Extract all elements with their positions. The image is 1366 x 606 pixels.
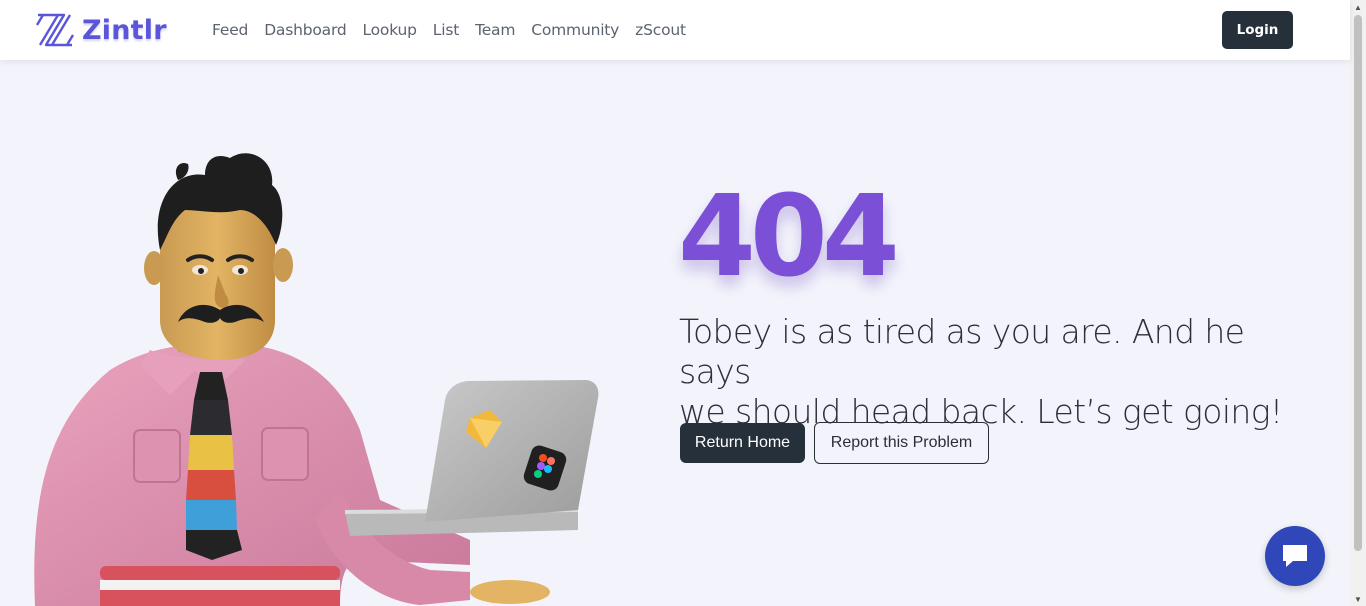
error-code: 404 bbox=[678, 172, 900, 302]
tobey-illustration bbox=[0, 60, 640, 606]
error-message: Tobey is as tired as you are. And he say… bbox=[679, 312, 1319, 432]
nav-feed[interactable]: Feed bbox=[204, 21, 256, 39]
brand-logo-link[interactable]: Zintlr bbox=[34, 10, 167, 50]
nav-lookup[interactable]: Lookup bbox=[354, 21, 424, 39]
return-home-button[interactable]: Return Home bbox=[680, 423, 805, 463]
chat-button[interactable] bbox=[1265, 526, 1325, 586]
nav-community[interactable]: Community bbox=[523, 21, 627, 39]
login-button[interactable]: Login bbox=[1222, 11, 1293, 49]
top-navbar: Zintlr Feed Dashboard Lookup List Team C… bbox=[0, 0, 1350, 60]
scroll-up-arrow-icon[interactable]: ▲ bbox=[1350, 0, 1366, 14]
scroll-down-arrow-icon[interactable]: ▼ bbox=[1350, 592, 1366, 606]
main-nav: Feed Dashboard Lookup List Team Communit… bbox=[204, 0, 694, 60]
zintlr-logo-icon bbox=[35, 13, 75, 47]
report-problem-button[interactable]: Report this Problem bbox=[814, 422, 989, 464]
scrollbar-thumb[interactable] bbox=[1354, 15, 1362, 551]
nav-list[interactable]: List bbox=[425, 21, 467, 39]
vertical-scrollbar[interactable]: ▲ ▼ bbox=[1350, 0, 1366, 606]
nav-team[interactable]: Team bbox=[467, 21, 523, 39]
nav-dashboard[interactable]: Dashboard bbox=[256, 21, 354, 39]
nav-zscout[interactable]: zScout bbox=[627, 21, 694, 39]
brand-name: Zintlr bbox=[82, 14, 167, 46]
chat-bubble-icon bbox=[1283, 545, 1307, 567]
error-message-line-1: Tobey is as tired as you are. And he say… bbox=[679, 312, 1245, 391]
